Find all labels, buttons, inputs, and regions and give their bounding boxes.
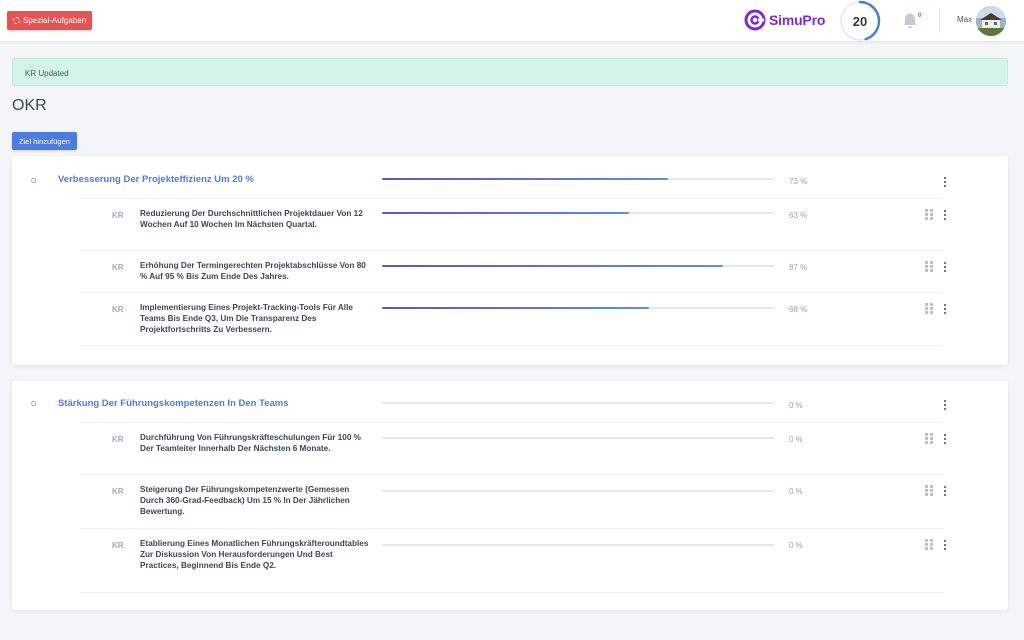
objective-card: O Stärkung Der Führungskompetenzen In De… [12,381,1008,610]
progress-track [382,265,774,267]
special-tasks-button[interactable]: Spezial-Aufgaben [7,11,93,30]
key-result-row[interactable]: KR Erhöhung Der Termingerechten Projekta… [12,251,1008,292]
key-result-tag: KR [112,487,124,496]
progress-track [382,544,774,546]
key-result-tag: KR [112,211,124,220]
objective-title[interactable]: Verbesserung Der Projekteffizienz Um 20 … [58,174,254,185]
divider [80,592,942,593]
progress-track [382,437,774,439]
key-result-row[interactable]: KR Implementierung Eines Projekt-Trackin… [12,293,1008,345]
kebab-menu-icon[interactable] [942,433,948,445]
key-result-title[interactable]: Steigerung Der Führungskompetenzwerte (G… [140,484,372,517]
kebab-menu-icon[interactable] [942,176,948,188]
key-result-title[interactable]: Implementierung Eines Projekt-Tracking-T… [140,302,372,335]
drag-handle-icon[interactable] [925,303,934,314]
progress-percent: 68 % [789,305,808,314]
success-alert: KR Updated [12,58,1008,86]
drag-handle-icon[interactable] [925,539,934,550]
special-tasks-label: Spezial-Aufgaben [23,16,87,25]
simupro-logo-icon [744,9,766,31]
progress-percent: 0 % [789,487,803,496]
objective-row[interactable]: O Stärkung Der Führungskompetenzen In De… [12,381,1008,422]
kebab-menu-icon[interactable] [942,399,948,411]
simupro-logo[interactable]: SimuPro [744,9,825,31]
kebab-menu-icon[interactable] [942,539,948,551]
objective-tag: O [31,178,37,185]
drag-handle-icon[interactable] [925,261,934,272]
progress-fill [382,178,669,180]
progress-fill [382,212,629,214]
bell-icon[interactable] [902,12,918,30]
progress-percent: 87 % [789,263,808,272]
key-result-tag: KR [112,435,124,444]
key-result-tag: KR [112,541,124,550]
notification-badge: 0 [918,13,922,19]
spinner-icon [13,17,20,24]
page-title: OKR [12,97,47,114]
avatar-image [976,6,1006,36]
kebab-menu-icon[interactable] [942,261,948,273]
progress-fill [382,265,724,267]
progress-track [382,490,774,492]
objective-card: O Verbesserung Der Projekteffizienz Um 2… [12,156,1008,365]
key-result-tag: KR [112,263,124,272]
progress-percent: 73 % [789,177,808,186]
progress-track [382,402,774,404]
progress-percent: 0 % [789,435,803,444]
key-result-row[interactable]: KR Durchführung Von Führungskräfteschulu… [12,423,1008,474]
key-result-title[interactable]: Erhöhung Der Termingerechten Projektabsc… [140,260,372,282]
key-result-row[interactable]: KR Reduzierung Der Durchschnittlichen Pr… [12,199,1008,250]
progress-percent: 0 % [789,541,803,550]
key-result-row[interactable]: KR Steigerung Der Führungskompetenzwerte… [12,475,1008,528]
progress-fill [382,307,649,309]
drag-handle-icon[interactable] [925,433,934,444]
score-value: 20 [852,13,868,29]
progress-track [382,178,774,180]
objective-title[interactable]: Stärkung Der Führungskompetenzen In Den … [58,398,289,409]
progress-track [382,212,774,214]
key-result-title[interactable]: Etablierung Eines Monatlichen Führungskr… [140,538,372,571]
progress-track [382,307,774,309]
avatar[interactable] [976,6,1006,36]
drag-handle-icon[interactable] [925,485,934,496]
header-divider [939,9,940,33]
kebab-menu-icon[interactable] [942,485,948,497]
progress-percent: 63 % [789,211,808,220]
objective-tag: O [31,401,37,408]
top-header: Spezial-Aufgaben SimuPro 20 0 Max [0,0,1024,42]
user-name[interactable]: Max [957,15,972,24]
divider [80,345,942,346]
kebab-menu-icon[interactable] [942,303,948,315]
progress-percent: 0 % [789,401,803,410]
key-result-title[interactable]: Durchführung Von Führungskräfteschulunge… [140,432,372,454]
add-objective-button[interactable]: Ziel hinzufügen [12,132,77,150]
key-result-title[interactable]: Reduzierung Der Durchschnittlichen Proje… [140,208,372,230]
score-gauge[interactable]: 20 [839,0,881,42]
kebab-menu-icon[interactable] [942,209,948,221]
key-result-tag: KR [112,305,124,314]
key-result-row[interactable]: KR Etablierung Eines Monatlichen Führung… [12,529,1008,592]
objective-row[interactable]: O Verbesserung Der Projekteffizienz Um 2… [12,156,1008,198]
drag-handle-icon[interactable] [925,209,934,220]
logo-text: SimuPro [769,12,826,28]
